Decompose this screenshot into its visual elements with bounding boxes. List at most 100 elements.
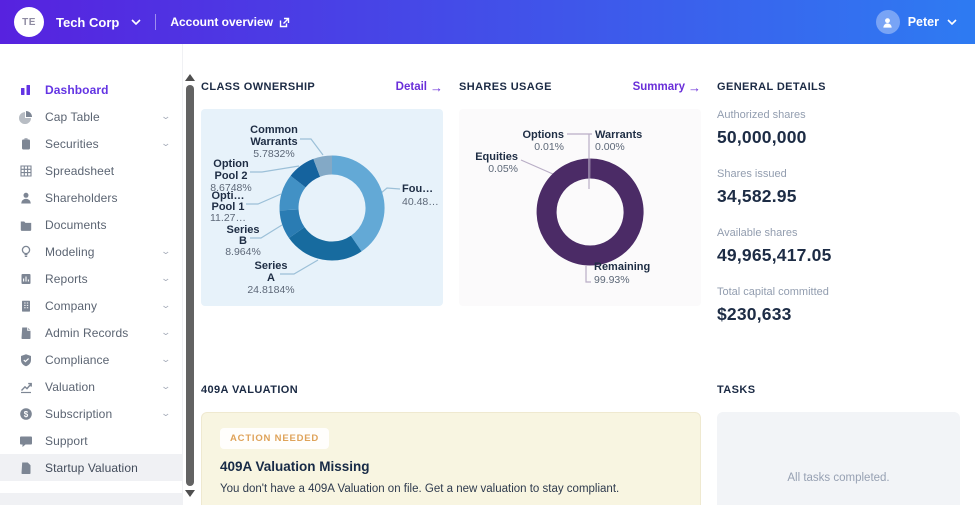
donut-slice-option-pool-1[interactable] (279, 175, 306, 211)
top-header: TE Tech Corp Account overview Peter (0, 0, 975, 44)
donut-slice-common-warrants[interactable] (313, 155, 333, 177)
tasks-card: All tasks completed. (717, 412, 960, 505)
support-icon (18, 434, 33, 448)
sidebar-next-row-partial (0, 493, 182, 505)
sidebar-item-securities[interactable]: Securities ⌄ (0, 130, 182, 157)
valuation-missing-body: You don't have a 409A Valuation on file.… (220, 483, 620, 495)
slice-label-value: 0.01% (534, 141, 564, 153)
label-leader-line (585, 266, 591, 283)
chevron-down-icon[interactable]: ⌄ (161, 246, 172, 257)
user-menu[interactable]: Peter (875, 10, 957, 34)
securities-icon (18, 137, 33, 151)
stat-authorized-shares: Authorized shares 50,000,000 (717, 109, 960, 148)
slice-label-value: 99.93% (594, 274, 630, 286)
slice-label-name: Remaining (594, 261, 650, 273)
sidebar-item-spreadsheet[interactable]: Spreadsheet (0, 157, 182, 184)
donut-slice-founders[interactable] (331, 155, 385, 252)
label-leader-line (380, 187, 401, 194)
valuation-409a-title: 409A VALUATION (201, 384, 299, 396)
sidebar-item-label: Documents (45, 217, 107, 232)
shares-usage-title: SHARES USAGE (459, 81, 552, 93)
chevron-down-icon[interactable]: ⌄ (161, 381, 172, 392)
shares-usage-chart-card: Options 0.01% Warrants 0.00% Equities 0.05% Re… (459, 109, 701, 306)
sidebar-item-admin-records[interactable]: Admin Records ⌄ (0, 319, 182, 346)
chevron-down-icon[interactable]: ⌄ (161, 300, 172, 311)
header-divider (155, 14, 157, 30)
donut-slice-series-a[interactable] (288, 226, 362, 261)
scroll-up-arrow[interactable] (185, 74, 195, 81)
user-avatar (875, 10, 900, 34)
compliance-icon (18, 353, 33, 367)
donut-slice-option-pool-2[interactable] (290, 158, 321, 188)
sidebar-item-subscription[interactable]: $ Subscription ⌄ (0, 400, 182, 427)
spreadsheet-icon (18, 164, 33, 178)
stat-label: Total capital committed (717, 286, 829, 298)
sidebar-item-label: Compliance (45, 352, 110, 367)
shares-usage-section: SHARES USAGE Summary → Options 0.01% Warra… (459, 80, 701, 345)
class-ownership-detail-link[interactable]: Detail → (395, 81, 443, 94)
detail-link-label: Detail (395, 81, 427, 93)
stat-label: Shares issued (717, 168, 787, 180)
sidebar-item-cap-table[interactable]: Cap Table ⌄ (0, 103, 182, 130)
slice-label-value: 0.00% (595, 141, 625, 153)
sidebar-item-label: Dashboard (45, 82, 109, 97)
scroll-down-arrow[interactable] (185, 490, 195, 497)
tasks-title: TASKS (717, 384, 756, 396)
stat-value: $230,633 (717, 304, 792, 324)
external-link-icon (279, 17, 290, 27)
slice-label-value: 0.05% (488, 163, 518, 175)
admin-records-icon (18, 326, 33, 340)
sidebar-item-shareholders[interactable]: Shareholders (0, 184, 182, 211)
chevron-down-icon[interactable]: ⌄ (161, 408, 172, 419)
scrollbar-thumb[interactable] (186, 85, 194, 486)
startup-valuation-icon (18, 461, 33, 475)
chevron-down-icon (947, 19, 957, 25)
chevron-down-icon[interactable]: ⌄ (161, 138, 172, 149)
slice-label-name: Common (250, 124, 298, 136)
sidebar-item-reports[interactable]: Reports ⌄ (0, 265, 182, 292)
slice-label-name: Warrants (595, 129, 642, 141)
chevron-down-icon[interactable]: ⌄ (161, 111, 172, 122)
sidebar-item-startup-valuation[interactable]: Startup Valuation (0, 454, 182, 481)
company-logo[interactable]: TE (14, 7, 44, 37)
label-leader-line (300, 138, 324, 156)
stat-value: 50,000,000 (717, 127, 807, 147)
sidebar-nav: Dashboard Cap Table ⌄ Securities ⌄ Spreadshee… (0, 44, 183, 505)
account-overview-link[interactable]: Account overview (170, 15, 290, 29)
donut-slice-remaining[interactable] (536, 158, 644, 266)
company-name[interactable]: Tech Corp (56, 15, 119, 30)
shares-usage-summary-link[interactable]: Summary → (632, 79, 701, 95)
sidebar-item-support[interactable]: Support (0, 427, 182, 454)
tasks-section: TASKS All tasks completed. (717, 383, 960, 505)
sidebar-item-modeling[interactable]: Modeling ⌄ (0, 238, 182, 265)
valuation-409a-section: 409A VALUATION ACTION NEEDED 409A Valuat… (201, 383, 701, 505)
documents-icon (18, 218, 33, 232)
sidebar-item-valuation[interactable]: Valuation ⌄ (0, 373, 182, 400)
chevron-down-icon[interactable]: ⌄ (161, 354, 172, 365)
slice-label-name: Fou… (402, 183, 433, 195)
slice-label-value: 5.7832% (253, 148, 294, 160)
svg-text:$: $ (23, 410, 28, 419)
chevron-down-icon[interactable] (131, 19, 141, 25)
sidebar-item-compliance[interactable]: Compliance ⌄ (0, 346, 182, 373)
arrow-right-icon: → (688, 79, 701, 95)
general-details-section: GENERAL DETAILS Authorized shares 50,000,… (717, 80, 960, 345)
sidebar-item-documents[interactable]: Documents (0, 211, 182, 238)
chevron-down-icon[interactable]: ⌄ (161, 327, 172, 338)
label-leader-line (246, 193, 282, 205)
donut-slice-series-b[interactable] (279, 209, 305, 239)
stat-label: Authorized shares (717, 109, 806, 121)
sidebar-item-company[interactable]: Company ⌄ (0, 292, 182, 319)
sidebar-item-dashboard[interactable]: Dashboard (0, 76, 182, 103)
sidebar-item-label: Startup Valuation (45, 460, 138, 475)
cap-table-icon (18, 110, 33, 124)
valuation-icon (18, 380, 33, 394)
sidebar-item-label: Company (45, 298, 98, 313)
chevron-down-icon[interactable]: ⌄ (161, 273, 172, 284)
summary-link-label: Summary (632, 81, 685, 93)
stat-shares-issued: Shares issued 34,582.95 (717, 168, 960, 207)
slice-label-name: A (267, 272, 275, 284)
slice-label-name: Equities (475, 151, 518, 163)
stat-total-capital-committed: Total capital committed $230,633 (717, 286, 960, 325)
shareholders-icon (18, 191, 33, 205)
